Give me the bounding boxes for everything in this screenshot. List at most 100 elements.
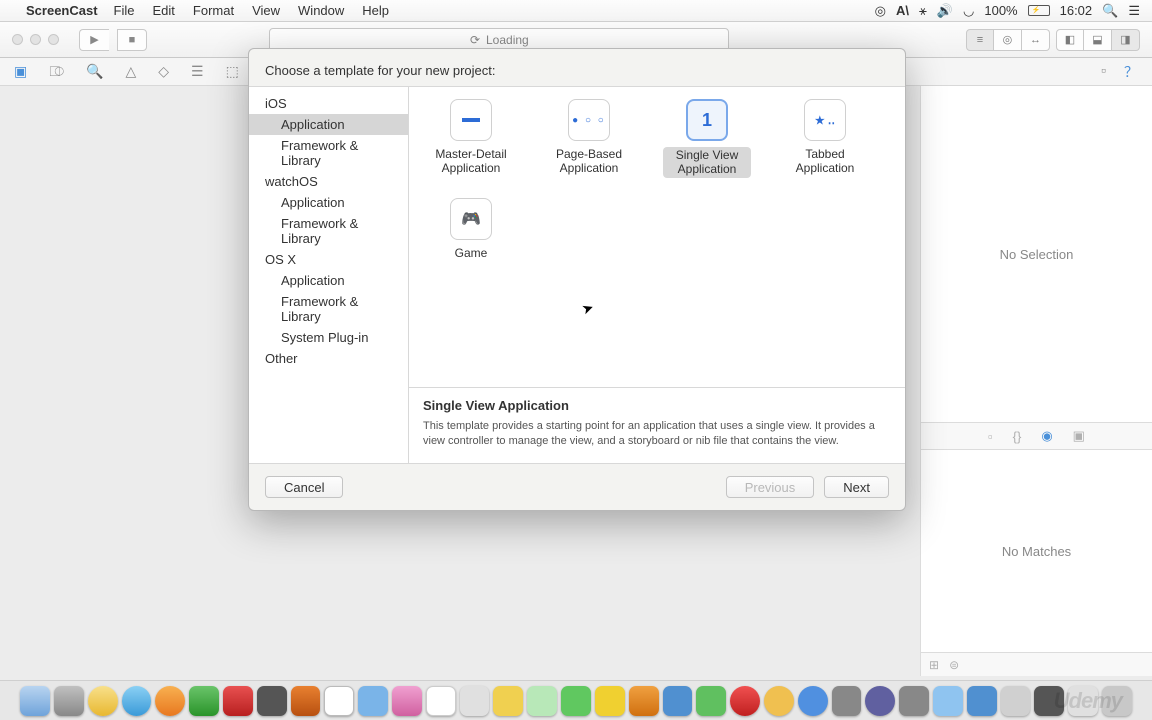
dock-app[interactable] <box>1001 686 1031 716</box>
left-panel-toggle[interactable]: ◧ <box>1056 29 1084 51</box>
cancel-button[interactable]: Cancel <box>265 476 343 498</box>
dock-app[interactable] <box>88 686 118 716</box>
sidebar-item-watchos-framework[interactable]: Framework & Library <box>249 213 408 249</box>
sidebar-item-osx-framework[interactable]: Framework & Library <box>249 291 408 327</box>
menu-format[interactable]: Format <box>193 3 234 18</box>
clock[interactable]: 16:02 <box>1060 3 1093 18</box>
battery-icon[interactable]: ⚡ <box>1028 5 1050 16</box>
dock-app[interactable] <box>54 686 84 716</box>
dock-app[interactable] <box>629 686 659 716</box>
battery-percent[interactable]: 100% <box>984 3 1017 18</box>
app-name[interactable]: ScreenCast <box>26 3 98 18</box>
volume-icon[interactable]: 🔊 <box>937 3 953 19</box>
bluetooth-icon[interactable]: ⚹ <box>919 3 927 19</box>
dock-app[interactable] <box>832 686 862 716</box>
dock-app[interactable] <box>696 686 726 716</box>
media-icon[interactable]: ▣ <box>1073 428 1085 444</box>
close-window-button[interactable] <box>12 34 23 45</box>
template-game[interactable]: 🎮 Game <box>427 198 515 260</box>
standard-editor-button[interactable]: ≡ <box>966 29 994 51</box>
menu-window[interactable]: Window <box>298 3 344 18</box>
dock-app[interactable] <box>189 686 219 716</box>
bottom-panel-toggle[interactable]: ⬓ <box>1084 29 1112 51</box>
dock-app[interactable] <box>122 686 152 716</box>
dock-app[interactable] <box>223 686 253 716</box>
dock-app[interactable] <box>257 686 287 716</box>
dock-app[interactable] <box>426 686 456 716</box>
dialog-title: Choose a template for your new project: <box>249 49 905 86</box>
grid-view-icon[interactable]: ⊞ <box>929 658 939 672</box>
run-button[interactable]: ▶ <box>79 29 109 51</box>
object-icon[interactable]: ◉ <box>1041 428 1052 444</box>
sidebar-category-osx[interactable]: OS X <box>249 249 408 270</box>
minimize-window-button[interactable] <box>30 34 41 45</box>
menu-status: ◎ A\ ⚹ 🔊 ◡ 100% ⚡ 16:02 🔍 ☰ <box>875 3 1140 19</box>
dock-app[interactable] <box>899 686 929 716</box>
dock-app[interactable] <box>155 686 185 716</box>
dock-app[interactable] <box>764 686 794 716</box>
dock-app[interactable] <box>527 686 557 716</box>
menu-help[interactable]: Help <box>362 3 389 18</box>
right-panel-toggle[interactable]: ◨ <box>1112 29 1140 51</box>
dock-app[interactable] <box>20 686 50 716</box>
help-icon[interactable]: ？ <box>1124 62 1138 82</box>
dock-app[interactable] <box>798 686 828 716</box>
next-button[interactable]: Next <box>824 476 889 498</box>
tabbed-icon: ★ ‥ <box>804 99 846 141</box>
code-snippet-icon[interactable]: {} <box>1013 429 1022 444</box>
dock-app[interactable] <box>663 686 693 716</box>
warning-icon[interactable]: △ <box>125 63 136 80</box>
dock-app[interactable] <box>595 686 625 716</box>
template-master-detail[interactable]: Master-Detail Application <box>427 99 515 178</box>
sidebar-item-ios-application[interactable]: Application <box>249 114 408 135</box>
sidebar-category-watchos[interactable]: watchOS <box>249 171 408 192</box>
template-tiles: Master-Detail Application ● ○ ○ Page-Bas… <box>409 87 905 387</box>
template-page-based[interactable]: ● ○ ○ Page-Based Application <box>545 99 633 178</box>
doc-icon[interactable]: ▫ <box>1101 62 1106 82</box>
dock-app[interactable] <box>493 686 523 716</box>
debug-icon[interactable]: ☰ <box>191 63 204 80</box>
menu-file[interactable]: File <box>114 3 135 18</box>
filter-icon[interactable]: ⊜ <box>949 658 959 672</box>
test-icon[interactable]: ◇ <box>158 63 169 80</box>
library-tabs: ▫ {} ◉ ▣ <box>921 422 1152 450</box>
template-tabbed[interactable]: ★ ‥ Tabbed Application <box>781 99 869 178</box>
dock-app[interactable] <box>324 686 354 716</box>
menu-edit[interactable]: Edit <box>153 3 175 18</box>
sidebar-item-ios-framework[interactable]: Framework & Library <box>249 135 408 171</box>
menu-view[interactable]: View <box>252 3 280 18</box>
sidebar-category-ios[interactable]: iOS <box>249 93 408 114</box>
wifi-icon[interactable]: ◡ <box>963 3 974 19</box>
template-single-view[interactable]: 1 Single View Application <box>663 99 751 178</box>
sidebar-item-watchos-application[interactable]: Application <box>249 192 408 213</box>
sidebar-item-osx-plugin[interactable]: System Plug-in <box>249 327 408 348</box>
dock-app[interactable] <box>865 686 895 716</box>
new-project-dialog: Choose a template for your new project: … <box>248 48 906 511</box>
dock-app[interactable] <box>967 686 997 716</box>
watermark: Udemy <box>1054 688 1122 714</box>
assistant-editor-button[interactable]: ◎ <box>994 29 1022 51</box>
dock-app[interactable] <box>730 686 760 716</box>
dock-app[interactable] <box>358 686 388 716</box>
zoom-window-button[interactable] <box>48 34 59 45</box>
dock-app[interactable] <box>561 686 591 716</box>
adobe-icon[interactable]: A\ <box>896 3 909 18</box>
menubar: ScreenCast File Edit Format View Window … <box>0 0 1152 22</box>
search-icon[interactable]: 🔍 <box>86 63 103 80</box>
cloud-icon[interactable]: ◎ <box>875 3 886 19</box>
sidebar-category-other[interactable]: Other <box>249 348 408 369</box>
breakpoint-icon[interactable]: ⬚ <box>226 63 239 80</box>
dock-app[interactable] <box>392 686 422 716</box>
file-template-icon[interactable]: ▫ <box>988 429 993 444</box>
folder-icon[interactable]: ▣ <box>14 63 27 80</box>
dock-app[interactable] <box>933 686 963 716</box>
stop-button[interactable]: ■ <box>117 29 147 51</box>
page-based-icon: ● ○ ○ <box>568 99 610 141</box>
sidebar-item-osx-application[interactable]: Application <box>249 270 408 291</box>
symbol-icon[interactable]: ⎄ <box>49 63 64 80</box>
spotlight-icon[interactable]: 🔍 <box>1102 3 1118 19</box>
version-editor-button[interactable]: ↔ <box>1022 29 1050 51</box>
dock-app[interactable] <box>460 686 490 716</box>
notifications-icon[interactable]: ☰ <box>1128 3 1140 19</box>
dock-app[interactable] <box>291 686 321 716</box>
